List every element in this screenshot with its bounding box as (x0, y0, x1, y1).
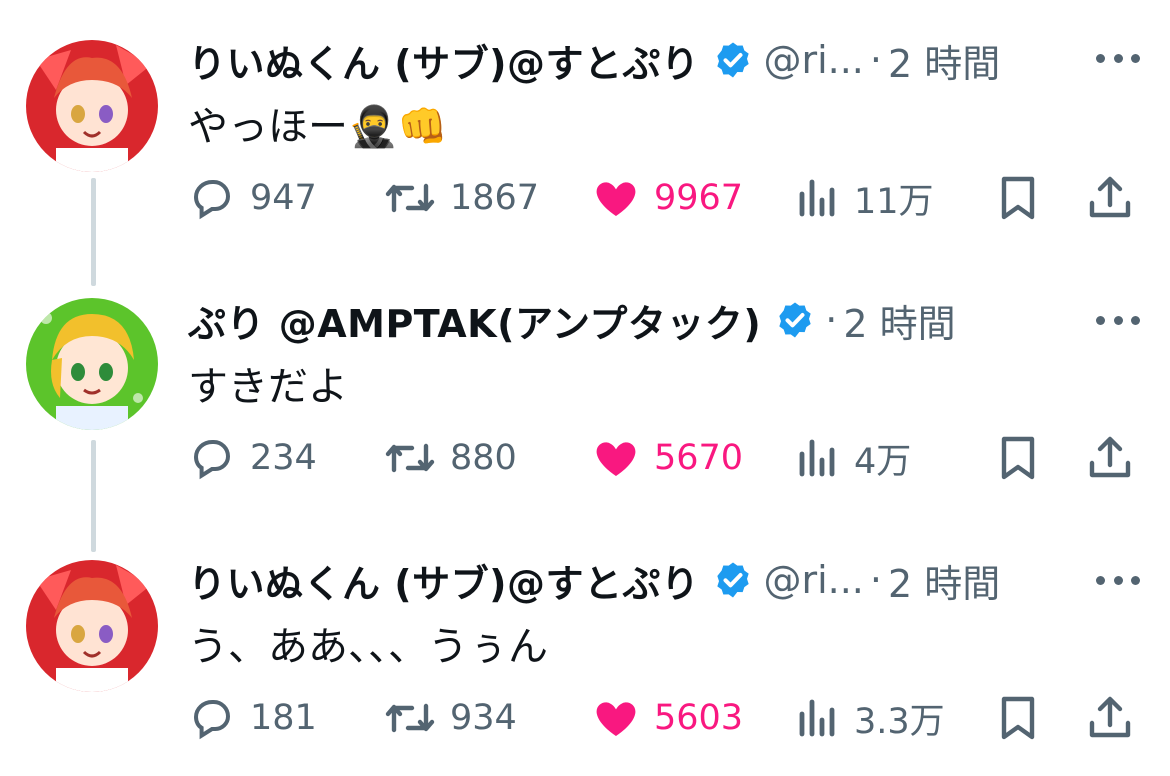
reply-icon (193, 180, 231, 220)
reply-button[interactable]: 181 (188, 690, 317, 746)
views-button[interactable]: 4万 (796, 430, 911, 486)
action-bar: 181 934 5603 3.3万 (188, 690, 1148, 746)
display-name[interactable]: りいぬくん (サブ)@すとぷり (188, 33, 699, 88)
share-icon (1089, 436, 1131, 478)
reply-icon (193, 700, 231, 740)
views-count: 3.3万 (854, 701, 945, 742)
action-bar: 234 880 5670 4万 (188, 430, 1148, 486)
separator-dot: · (869, 38, 882, 82)
timestamp[interactable]: 2 時間 (843, 293, 955, 348)
views-icon (799, 179, 835, 217)
handle[interactable]: @ri... (763, 558, 863, 602)
bookmark-button[interactable] (996, 170, 1040, 226)
tweet-header: りいぬくん (サブ)@すとぷり @ri... · 2 時間 (188, 30, 1000, 90)
tweet-text: う、ああ、、、うぅん (188, 624, 548, 670)
share-button[interactable] (1086, 170, 1134, 226)
bookmark-icon (1001, 176, 1035, 220)
views-button[interactable]: 3.3万 (796, 690, 945, 746)
reply-count: 181 (250, 698, 317, 738)
verified-badge-icon (779, 302, 811, 338)
retweet-button[interactable]: 1867 (384, 170, 539, 226)
reply-button[interactable]: 234 (188, 430, 317, 486)
tweet-header: ぷり @AMPTAK(アンプタック) · 2 時間 (188, 290, 956, 350)
avatar[interactable] (26, 40, 158, 172)
timestamp[interactable]: 2 時間 (888, 33, 1000, 88)
action-bar: 947 1867 9967 11万 (188, 170, 1148, 226)
views-button[interactable]: 11万 (796, 170, 934, 226)
bookmark-icon (1001, 696, 1035, 740)
reply-count: 234 (250, 438, 317, 478)
reply-count: 947 (250, 178, 317, 218)
like-count: 5670 (654, 438, 744, 478)
views-count: 4万 (854, 441, 912, 482)
share-icon (1089, 176, 1131, 218)
more-icon[interactable] (1096, 48, 1140, 68)
share-button[interactable] (1086, 430, 1134, 486)
retweet-button[interactable]: 934 (384, 690, 517, 746)
reply-icon (193, 440, 231, 480)
tweet-text: やっほー🥷👊 (188, 104, 448, 150)
like-button[interactable]: 9967 (592, 170, 743, 226)
tweet[interactable]: ぷり @AMPTAK(アンプタック) · 2 時間 すきだよ 234 880 5… (0, 260, 1170, 530)
share-icon (1089, 696, 1131, 738)
like-button[interactable]: 5670 (592, 430, 743, 486)
heart-icon (596, 182, 636, 216)
retweet-count: 1867 (450, 178, 540, 218)
tweet-header: りいぬくん (サブ)@すとぷり @ri... · 2 時間 (188, 550, 1000, 610)
verified-badge-icon (717, 562, 750, 598)
avatar[interactable] (26, 560, 158, 692)
more-icon[interactable] (1096, 570, 1140, 590)
display-name[interactable]: りいぬくん (サブ)@すとぷり (188, 553, 699, 608)
views-icon (799, 699, 835, 737)
tweet[interactable]: りいぬくん (サブ)@すとぷり @ri... · 2 時間 う、ああ、、、うぅん… (0, 530, 1170, 776)
like-count: 9967 (654, 178, 744, 218)
handle[interactable]: @ri... (763, 38, 863, 82)
retweet-icon (385, 183, 435, 213)
like-count: 5603 (654, 698, 744, 738)
retweet-icon (385, 443, 435, 473)
like-button[interactable]: 5603 (592, 690, 743, 746)
tweet[interactable]: りいぬくん (サブ)@すとぷり @ri... · 2 時間 やっほー🥷👊 947… (0, 0, 1170, 260)
share-button[interactable] (1086, 690, 1134, 746)
reply-button[interactable]: 947 (188, 170, 317, 226)
retweet-button[interactable]: 880 (384, 430, 517, 486)
retweet-count: 934 (450, 698, 517, 738)
bookmark-icon (1001, 436, 1035, 480)
timestamp[interactable]: 2 時間 (888, 553, 1000, 608)
bookmark-button[interactable] (996, 430, 1040, 486)
tweet-text: すきだよ (188, 364, 348, 410)
views-count: 11万 (854, 181, 934, 222)
retweet-icon (385, 703, 435, 733)
display-name[interactable]: ぷり @AMPTAK(アンプタック) (188, 293, 761, 348)
separator-dot: · (825, 298, 838, 342)
avatar[interactable] (26, 298, 158, 430)
views-icon (799, 439, 835, 477)
retweet-count: 880 (450, 438, 517, 478)
verified-badge-icon (717, 42, 750, 78)
separator-dot: · (869, 558, 882, 602)
heart-icon (596, 442, 636, 476)
more-icon[interactable] (1096, 310, 1140, 330)
bookmark-button[interactable] (996, 690, 1040, 746)
heart-icon (596, 702, 636, 736)
